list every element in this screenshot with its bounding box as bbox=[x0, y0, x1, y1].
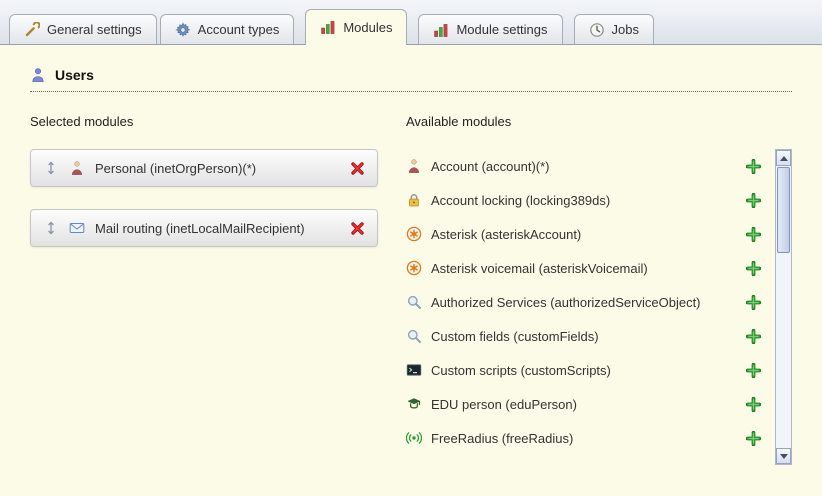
tab-jobs[interactable]: Jobs bbox=[574, 14, 654, 44]
scrollbar-track[interactable] bbox=[776, 253, 791, 448]
available-module-label: Asterisk (asteriskAccount) bbox=[431, 227, 581, 242]
section-header-users: Users bbox=[30, 67, 792, 92]
available-module-account-locking: Account locking (locking389ds) bbox=[406, 183, 761, 217]
terminal-icon bbox=[406, 362, 422, 378]
tab-label: General settings bbox=[47, 22, 142, 37]
available-module-freeradius: FreeRadius (freeRadius) bbox=[406, 421, 761, 455]
available-module-custom-scripts: Custom scripts (customScripts) bbox=[406, 353, 761, 387]
add-module-button[interactable] bbox=[746, 431, 761, 446]
add-module-button[interactable] bbox=[746, 295, 761, 310]
tab-general-settings[interactable]: General settings bbox=[9, 14, 157, 44]
available-modules-list: Account (account)(*) Account locking (lo… bbox=[406, 149, 761, 465]
available-module-label: Authorized Services (authorizedServiceOb… bbox=[431, 295, 701, 310]
tab-label: Modules bbox=[343, 20, 392, 35]
magnifier-icon bbox=[406, 294, 422, 310]
tab-account-types[interactable]: Account types bbox=[160, 14, 295, 44]
tab-label: Jobs bbox=[612, 22, 639, 37]
scroll-down-button[interactable] bbox=[776, 448, 791, 464]
add-module-button[interactable] bbox=[746, 397, 761, 412]
wrench-icon bbox=[24, 22, 40, 38]
add-module-button[interactable] bbox=[746, 363, 761, 378]
available-module-authorized-services: Authorized Services (authorizedServiceOb… bbox=[406, 285, 761, 319]
add-module-button[interactable] bbox=[746, 227, 761, 242]
remove-module-button[interactable] bbox=[350, 161, 365, 176]
available-module-label: EDU person (eduPerson) bbox=[431, 397, 577, 412]
available-module-label: Account locking (locking389ds) bbox=[431, 193, 610, 208]
available-modules-column: Available modules Account (account)(*) A… bbox=[406, 114, 792, 465]
tab-modules[interactable]: Modules bbox=[305, 9, 407, 45]
available-module-label: Custom scripts (customScripts) bbox=[431, 363, 611, 378]
content-area: Users Selected modules Personal (inetOrg… bbox=[0, 45, 822, 496]
selected-modules-heading: Selected modules bbox=[30, 114, 378, 129]
tab-label: Module settings bbox=[456, 22, 547, 37]
bar-chart-icon bbox=[320, 19, 336, 35]
add-module-button[interactable] bbox=[746, 159, 761, 174]
magnifier-icon bbox=[406, 328, 422, 344]
down-arrow-icon bbox=[780, 454, 788, 459]
person-icon bbox=[406, 158, 422, 174]
gear-icon bbox=[175, 22, 191, 38]
graduation-icon bbox=[406, 396, 422, 412]
selected-module-label: Mail routing (inetLocalMailRecipient) bbox=[95, 221, 340, 236]
remove-module-button[interactable] bbox=[350, 221, 365, 236]
lam-configuration-window: General settings Account types Modules M… bbox=[0, 0, 822, 496]
tab-module-settings[interactable]: Module settings bbox=[418, 14, 562, 44]
available-module-label: Account (account)(*) bbox=[431, 159, 550, 174]
available-module-label: Asterisk voicemail (asteriskVoicemail) bbox=[431, 261, 648, 276]
scrollbar[interactable] bbox=[775, 149, 792, 465]
selected-module-personal[interactable]: Personal (inetOrgPerson)(*) bbox=[30, 149, 378, 187]
available-module-label: FreeRadius (freeRadius) bbox=[431, 431, 573, 446]
add-module-button[interactable] bbox=[746, 193, 761, 208]
available-modules-heading: Available modules bbox=[406, 114, 792, 129]
available-module-custom-fields: Custom fields (customFields) bbox=[406, 319, 761, 353]
mail-icon bbox=[69, 220, 85, 236]
user-icon bbox=[30, 67, 46, 83]
add-module-button[interactable] bbox=[746, 329, 761, 344]
available-module-edu-person: EDU person (eduPerson) bbox=[406, 387, 761, 421]
clock-icon bbox=[589, 22, 605, 38]
available-modules-body: Account (account)(*) Account locking (lo… bbox=[406, 149, 792, 465]
radio-icon bbox=[406, 430, 422, 446]
bar-chart-icon bbox=[433, 22, 449, 38]
scroll-up-button[interactable] bbox=[776, 150, 791, 166]
tab-bar: General settings Account types Modules M… bbox=[0, 0, 822, 45]
scrollbar-thumb[interactable] bbox=[777, 167, 790, 253]
up-arrow-icon bbox=[780, 156, 788, 161]
available-module-label: Custom fields (customFields) bbox=[431, 329, 599, 344]
selected-modules-column: Selected modules Personal (inetOrgPerson… bbox=[30, 114, 378, 269]
available-module-asterisk: Asterisk (asteriskAccount) bbox=[406, 217, 761, 251]
selected-module-label: Personal (inetOrgPerson)(*) bbox=[95, 161, 340, 176]
asterisk-icon bbox=[406, 260, 422, 276]
available-module-account: Account (account)(*) bbox=[406, 149, 761, 183]
drag-handle-icon[interactable] bbox=[43, 220, 59, 236]
asterisk-icon bbox=[406, 226, 422, 242]
lock-icon bbox=[406, 192, 422, 208]
drag-handle-icon[interactable] bbox=[43, 160, 59, 176]
tab-label: Account types bbox=[198, 22, 280, 37]
section-title: Users bbox=[55, 67, 94, 83]
available-module-asterisk-voicemail: Asterisk voicemail (asteriskVoicemail) bbox=[406, 251, 761, 285]
person-icon bbox=[69, 160, 85, 176]
selected-module-mail-routing[interactable]: Mail routing (inetLocalMailRecipient) bbox=[30, 209, 378, 247]
modules-columns: Selected modules Personal (inetOrgPerson… bbox=[30, 114, 792, 465]
add-module-button[interactable] bbox=[746, 261, 761, 276]
